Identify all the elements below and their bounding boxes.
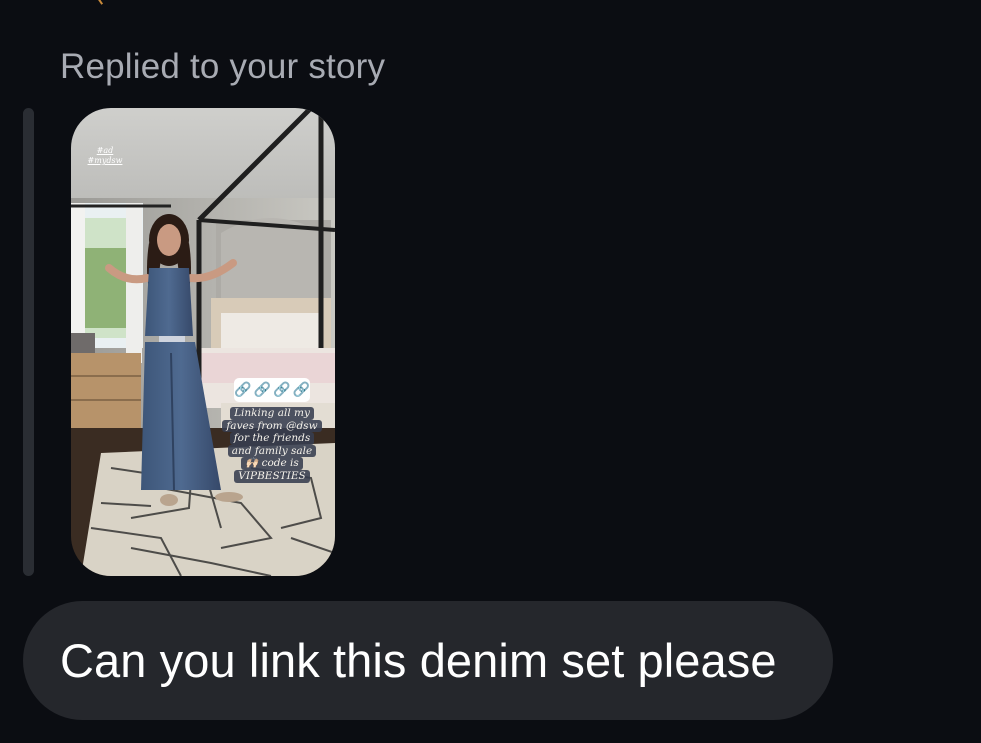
reply-quote-bar [23, 108, 34, 576]
chain-icon: 🔗 [253, 382, 271, 398]
caption-line: VIPBESTIES [234, 469, 310, 483]
link-icon: 🔗 [234, 382, 252, 398]
story-preview-thumbnail[interactable]: #ad #mydsw 🔗 🔗 🔗 🔗 Linking all my faves … [71, 108, 335, 576]
story-reply-label: Replied to your story [60, 47, 386, 86]
story-tag: #mydsw [87, 156, 123, 165]
caption-line: for the friends [229, 432, 315, 445]
message-text: Can you link this denim set please [60, 634, 777, 687]
link-sticker: 🔗 🔗 🔗 🔗 [234, 378, 310, 402]
previous-message-fragment [96, 0, 112, 5]
caption-line: and family sale [227, 444, 317, 458]
caption-line: 🙌🏻 code is [241, 457, 303, 470]
chain-icon: 🔗 [292, 382, 310, 398]
story-hashtags: #ad #mydsw [85, 146, 125, 166]
caption-line: faves from @dsw [222, 419, 322, 433]
chain-icon: 🔗 [273, 382, 291, 398]
dm-thread: Replied to your story #ad #mydsw 🔗 🔗 🔗 🔗… [0, 0, 981, 743]
story-tag: #ad [96, 146, 114, 155]
message-bubble[interactable]: Can you link this denim set please [23, 601, 833, 720]
story-caption-sticker: Linking all my faves from @dsw for the f… [221, 407, 323, 483]
story-photo [71, 108, 335, 576]
caption-line: Linking all my [230, 407, 314, 420]
